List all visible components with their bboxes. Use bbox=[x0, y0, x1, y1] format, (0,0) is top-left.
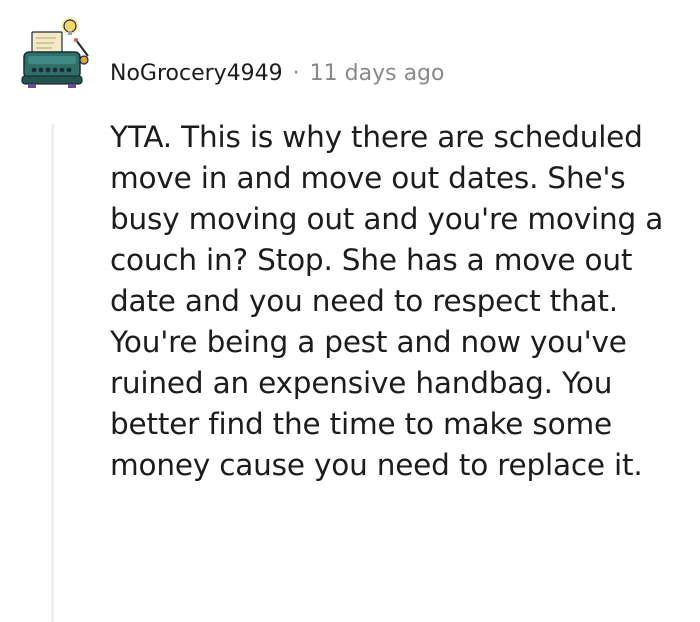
username-link[interactable]: NoGrocery4949 bbox=[110, 61, 283, 86]
typewriter-avatar-icon bbox=[21, 17, 89, 88]
comment-text: YTA. This is why there are scheduled mov… bbox=[110, 120, 664, 482]
separator-dot: · bbox=[292, 60, 300, 86]
comment-body: YTA. This is why there are scheduled mov… bbox=[110, 117, 694, 486]
timestamp-link[interactable]: 11 days ago bbox=[310, 61, 445, 86]
comment-header: NoGrocery4949 · 11 days ago bbox=[110, 58, 445, 88]
user-avatar[interactable] bbox=[18, 16, 98, 96]
thread-collapse-line[interactable] bbox=[51, 124, 54, 622]
